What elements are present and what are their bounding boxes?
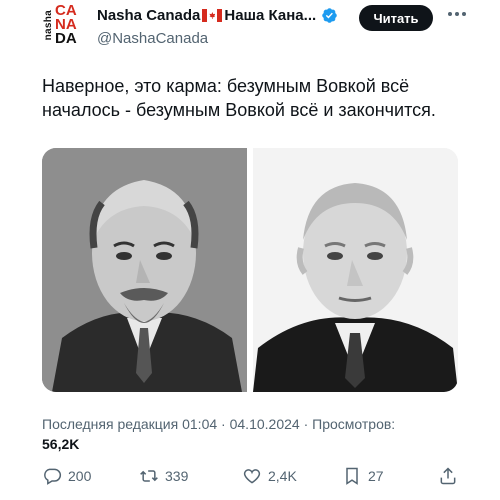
- bookmark-button[interactable]: 27: [342, 466, 384, 486]
- account-handle[interactable]: @NashaCanada: [97, 30, 208, 47]
- tweet-time[interactable]: 01:04: [182, 416, 217, 432]
- action-bar: 200 339 2,4K 27: [42, 466, 458, 488]
- more-options-icon[interactable]: [448, 12, 466, 16]
- portrait-illustration-left: [42, 148, 247, 392]
- reply-icon: [44, 468, 62, 485]
- heart-icon: [243, 469, 261, 484]
- tweet-meta: Последняя редакция 01:04 · 04.10.2024 · …: [42, 414, 482, 454]
- portrait-illustration-right: [253, 148, 458, 392]
- meta-separator-2: · Просмотров:: [299, 416, 396, 432]
- account-name[interactable]: Nasha Canada: [97, 7, 200, 24]
- verified-badge-icon: [322, 8, 337, 23]
- reply-button[interactable]: 200: [42, 466, 91, 486]
- edit-prefix: Последняя редакция: [42, 416, 183, 432]
- tweet-header: nasha CA NA DA Nasha Canada Наша Кана...…: [0, 0, 500, 60]
- tweet-date[interactable]: 04.10.2024: [230, 416, 300, 432]
- account-name-suffix[interactable]: Наша Кана...: [224, 7, 316, 24]
- portrait-photo-left[interactable]: [42, 148, 247, 392]
- bookmark-icon: [346, 467, 358, 485]
- like-count: 2,4K: [268, 468, 297, 484]
- repost-button[interactable]: 339: [139, 466, 188, 486]
- avatar-line-3: DA: [55, 30, 77, 47]
- meta-separator-1: ·: [217, 416, 230, 432]
- portrait-photo-right[interactable]: [253, 148, 458, 392]
- share-icon: [440, 467, 456, 485]
- repost-count: 339: [165, 468, 189, 484]
- avatar-vertical-text: nasha: [43, 9, 54, 41]
- tweet-media[interactable]: [42, 148, 458, 392]
- bookmark-count: 27: [368, 468, 384, 484]
- repost-icon: [140, 470, 158, 482]
- view-count: 56,2K: [42, 436, 80, 452]
- reply-count: 200: [68, 468, 92, 484]
- tweet-text: Наверное, это карма: безумным Вовкой всё…: [42, 76, 436, 120]
- canada-flag-icon: [202, 9, 223, 22]
- display-name[interactable]: Nasha Canada Наша Кана...: [97, 7, 338, 24]
- avatar[interactable]: nasha CA NA DA: [43, 3, 87, 47]
- like-button[interactable]: 2,4K: [242, 466, 297, 486]
- share-button[interactable]: [438, 466, 458, 486]
- follow-button[interactable]: Читать: [359, 5, 433, 31]
